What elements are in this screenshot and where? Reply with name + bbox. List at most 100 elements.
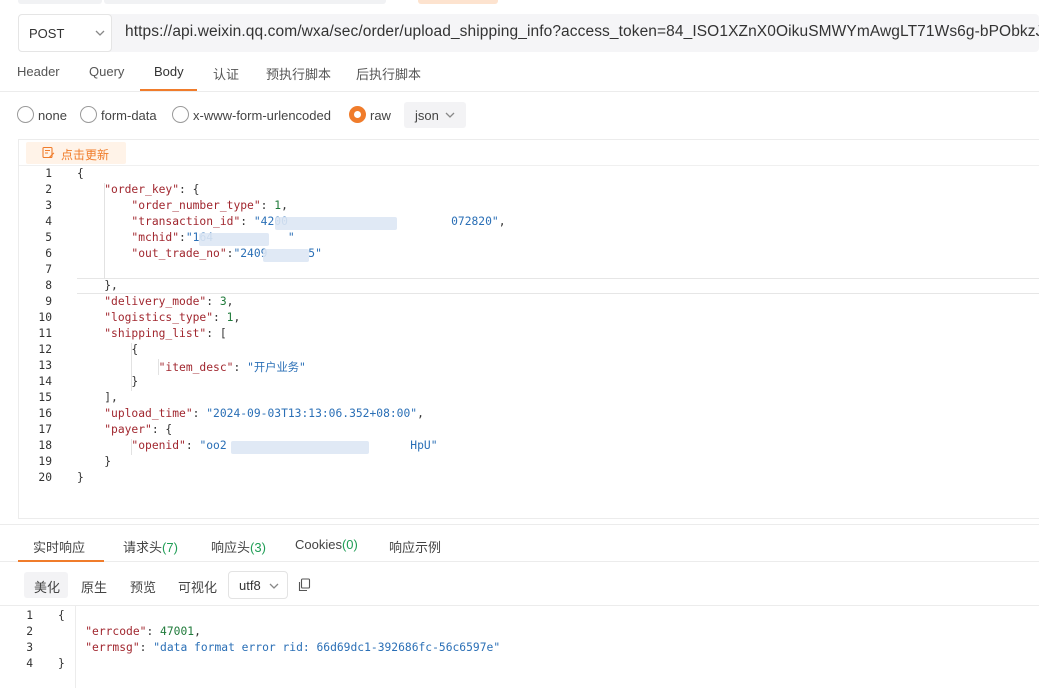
code-text: "order_key": { [104,183,200,196]
radio-urlencoded[interactable] [172,106,189,123]
current-line-highlight [77,278,1039,294]
tab-response-example-label: 响应示例 [389,540,442,555]
code-line: 14 } [19,375,1039,391]
redacted-region [275,217,397,230]
top-strip [0,0,1039,8]
active-tab-indicator [140,89,197,91]
line-number: 9 [45,295,52,308]
tab-cookies-label: Cookies [295,537,342,552]
line-number: 13 [38,359,52,372]
tab-request-headers-label: 请求头 [123,540,163,555]
radio-none[interactable] [17,106,34,123]
tab-live-response[interactable]: 实时响应 [33,537,85,556]
code-text: { [58,609,65,622]
indent-guide [131,439,132,455]
top-tab-stub[interactable] [18,0,102,4]
radio-form-data-label[interactable]: form-data [101,108,157,123]
view-raw-button[interactable]: 原生 [81,572,107,598]
method-select[interactable]: POST [18,14,112,52]
encoding-select[interactable]: utf8 [228,571,288,599]
chevron-down-icon [95,30,105,36]
tab-request-headers[interactable]: 请求头(7) [123,537,178,556]
url-input[interactable]: https://api.weixin.qq.com/wxa/sec/order/… [125,23,1039,41]
code-line: 10 "logistics_type": 1, [19,311,1039,327]
editor-toolbar: 点击更新 [19,140,1039,166]
code-text: "logistics_type": 1, [104,311,241,324]
line-number: 3 [45,199,52,212]
tab-query[interactable]: Query [89,64,124,92]
tab-header[interactable]: Header [17,64,60,92]
code-line: 7 [19,263,1039,279]
refresh-button-label: 点击更新 [61,148,110,162]
code-text: } [77,455,112,468]
line-number: 20 [38,471,52,484]
code-text: "order_number_type": 1, [131,199,288,212]
tab-cookies[interactable]: Cookies(0) [295,537,358,552]
code-line: 1{ [0,609,1021,625]
view-preview-button[interactable]: 预览 [130,572,156,598]
line-number: 10 [38,311,52,324]
active-response-tab-indicator [18,560,104,562]
code-line: 12 { [19,343,1039,359]
line-number: 1 [26,609,33,622]
top-tab-stub[interactable] [104,0,386,4]
tab-response-headers[interactable]: 响应头(3) [211,537,266,556]
code-line: 4} [0,657,1021,673]
code-line: 2 "errcode": 47001, [0,625,1021,641]
line-number: 2 [26,625,33,638]
line-number: 7 [45,263,52,276]
line-number: 15 [38,391,52,404]
code-text: "payer": { [104,423,173,436]
view-pretty-button[interactable]: 美化 [24,572,68,598]
code-line: 9 "delivery_mode": 3, [19,295,1039,311]
code-text: } [77,471,84,484]
code-line: 3 "order_number_type": 1, [19,199,1039,215]
tab-post-script[interactable]: 后执行脚本 [356,64,421,92]
redacted-region [199,233,269,246]
tab-body[interactable]: Body [154,64,184,92]
tab-response-headers-count: (3) [250,540,266,555]
request-tabs: Header Query Body 认证 预执行脚本 后执行脚本 [0,58,1039,92]
method-label: POST [29,26,65,41]
code-text: "shipping_list": [ [104,327,227,340]
indent-guide [104,183,105,279]
code-text: { [77,167,84,180]
top-tab-stub-active[interactable] [418,0,498,4]
format-select[interactable]: json [404,102,466,128]
line-number: 8 [45,279,52,292]
encoding-select-value: utf8 [239,578,261,593]
radio-urlencoded-label[interactable]: x-www-form-urlencoded [193,108,331,123]
tab-auth[interactable]: 认证 [213,64,239,92]
redacted-region [231,441,369,454]
refresh-button[interactable]: 点击更新 [26,142,126,164]
response-tabs: 实时响应 请求头(7) 响应头(3) Cookies(0) 响应示例 [0,524,1039,562]
code-line: 1{ [19,167,1039,183]
indent-guide [131,343,132,391]
body-type-row: none form-data x-www-form-urlencoded raw… [0,102,1039,128]
line-number: 1 [45,167,52,180]
line-number: 2 [45,183,52,196]
radio-none-label[interactable]: none [38,108,67,123]
tab-request-headers-count: (7) [162,540,178,555]
tab-response-headers-label: 响应头 [211,540,251,555]
line-number: 17 [38,423,52,436]
copy-icon[interactable] [298,578,311,592]
tab-pre-script[interactable]: 预执行脚本 [266,64,331,92]
request-body-editor[interactable]: 点击更新 1{2 "order_key": {3 "order_number_t… [18,139,1039,519]
code-text: "errcode": 47001, [85,625,201,638]
response-body-viewer[interactable]: 1{2 "errcode": 47001, 3 "errmsg": "data f… [0,605,1039,688]
code-line: 6 "out_trade_no":"2409 5" [19,247,1039,263]
tab-response-example[interactable]: 响应示例 [389,537,441,556]
radio-raw-label[interactable]: raw [370,108,391,123]
code-line: 15 ], [19,391,1039,407]
code-line: 18 "openid": "oo2 HpU" [19,439,1039,455]
url-bar: POST https://api.weixin.qq.com/wxa/sec/o… [18,14,1039,52]
view-visualize-button[interactable]: 可视化 [178,572,217,598]
radio-form-data[interactable] [80,106,97,123]
format-select-value: json [415,108,439,123]
code-text: "errmsg": "data format error rid: 66d69d… [85,641,501,654]
code-line: 16 "upload_time": "2024-09-03T13:13:06.3… [19,407,1039,423]
code-text: ], [77,391,118,404]
code-line: 17 "payer": { [19,423,1039,439]
radio-raw[interactable] [349,106,366,123]
